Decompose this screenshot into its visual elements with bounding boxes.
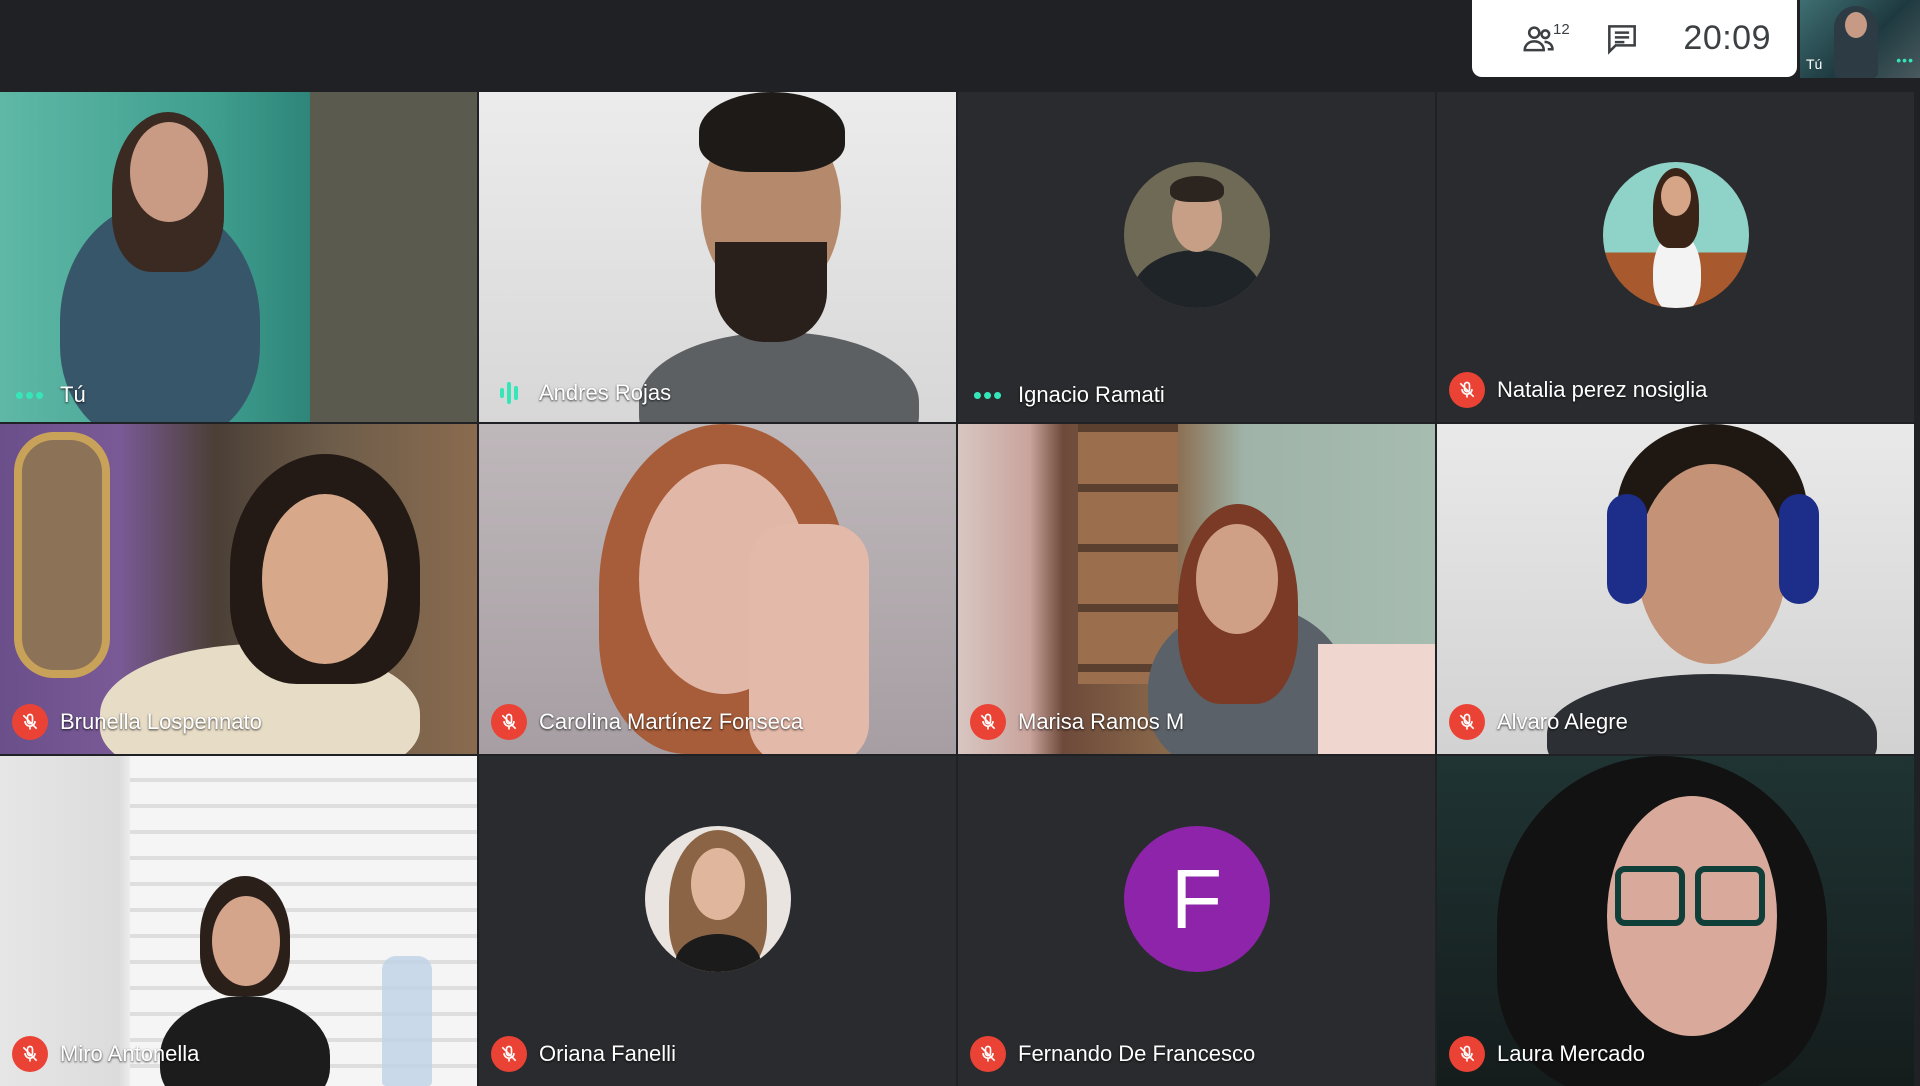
audio-wave-icon <box>491 378 527 408</box>
participant-name: Alvaro Alegre <box>1497 709 1628 734</box>
participant-avatar <box>1602 162 1749 308</box>
participant-tile[interactable]: Brunella Lospennato <box>0 424 477 754</box>
participant-avatar <box>644 826 791 972</box>
mic-off-icon <box>970 1036 1006 1072</box>
participant-name: Fernando De Francesco <box>1018 1041 1256 1066</box>
participant-name: Laura Mercado <box>1497 1041 1645 1066</box>
mic-off-icon <box>1449 704 1485 740</box>
chat-button[interactable] <box>1581 9 1664 69</box>
participant-tile[interactable]: ••• Tú <box>0 92 477 422</box>
self-view-thumbnail[interactable]: Tú ••• <box>1800 0 1920 78</box>
self-view-label: Tú <box>1806 56 1823 72</box>
participant-grid: ••• Tú Andres Rojas ••• Ignacio Ramati Nat… <box>0 92 1914 1086</box>
participant-tile[interactable]: Carolina Martínez Fonseca <box>479 424 956 754</box>
participant-tile[interactable]: Laura Mercado <box>1437 756 1914 1086</box>
participant-name: Tú <box>60 382 86 407</box>
letter-avatar: F <box>1123 826 1270 972</box>
participant-name: Miro Antonella <box>60 1041 200 1066</box>
mic-off-icon <box>1449 372 1485 408</box>
participant-tile[interactable]: ••• Ignacio Ramati <box>958 92 1435 422</box>
clock-time: 20:09 <box>1683 19 1771 57</box>
chat-icon <box>1608 24 1636 55</box>
mic-off-icon <box>970 704 1006 740</box>
participant-name: Marisa Ramos M <box>1018 709 1185 734</box>
participants-count: 12 <box>1553 20 1570 38</box>
participant-tile[interactable]: Alvaro Alegre <box>1437 424 1914 754</box>
participant-tile[interactable]: F Fernando De Francesco <box>958 756 1435 1086</box>
participant-avatar <box>1123 162 1270 308</box>
participant-tile[interactable]: Natalia perez nosiglia <box>1437 92 1914 422</box>
mic-off-icon <box>12 1036 48 1072</box>
participant-tile[interactable]: Andres Rojas <box>479 92 956 422</box>
participant-name: Ignacio Ramati <box>1018 382 1165 407</box>
mic-off-icon <box>12 704 48 740</box>
participants-button[interactable]: 12 <box>1498 9 1581 69</box>
participant-name: Andres Rojas <box>539 380 672 405</box>
participant-tile[interactable]: Marisa Ramos M <box>958 424 1435 754</box>
mic-off-icon <box>491 1036 527 1072</box>
speaking-dots-icon: ••• <box>14 380 46 410</box>
participant-tile[interactable]: Oriana Fanelli <box>479 756 956 1086</box>
speaking-dots-icon: ••• <box>972 380 1004 410</box>
participant-name: Carolina Martínez Fonseca <box>539 709 804 734</box>
call-info-panel: 12 20:09 <box>1472 0 1797 77</box>
participant-name: Natalia perez nosiglia <box>1497 377 1708 402</box>
mic-off-icon <box>491 704 527 740</box>
participant-name: Brunella Lospennato <box>60 709 262 734</box>
mic-off-icon <box>1449 1036 1485 1072</box>
speaking-dots-icon: ••• <box>1896 52 1914 68</box>
participant-name: Oriana Fanelli <box>539 1041 676 1066</box>
participant-tile[interactable]: Miro Antonella <box>0 756 477 1086</box>
